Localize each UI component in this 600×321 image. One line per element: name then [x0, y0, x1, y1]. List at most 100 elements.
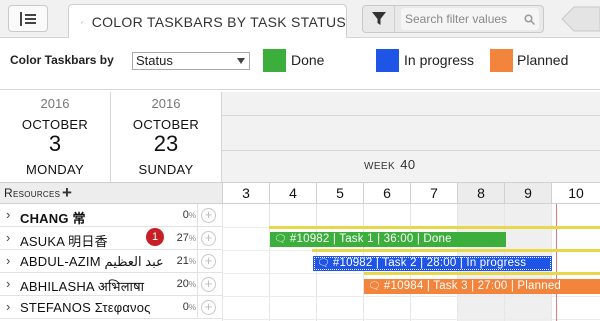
list-view-button[interactable] [8, 5, 48, 32]
divider [197, 250, 198, 273]
divider [197, 273, 198, 296]
notification-badge[interactable]: 1 [146, 228, 164, 246]
add-task-button[interactable]: + [201, 208, 216, 223]
task-label: #10982 | Task 2 | 28:00 | In progress [332, 257, 527, 269]
pct-symbol: % [188, 234, 196, 243]
task-label: #10984 | Task 3 | 27:00 | Planned [383, 280, 562, 292]
grid-row-line [222, 319, 600, 320]
grid-column [269, 204, 316, 321]
resource-name: ASUKA 明日香 [20, 234, 108, 249]
resource-utilization: 0% [170, 209, 196, 221]
pct-symbol: % [188, 280, 196, 289]
task-bar-in-progress[interactable]: 🗨 #10982 | Task 2 | 28:00 | In progress [313, 256, 552, 271]
start-month: OCTOBER [21, 117, 89, 132]
tab-color-taskbars[interactable]: COLOR TASKBARS BY TASK STATUS [68, 4, 347, 39]
resource-utilization: 0% [170, 301, 196, 313]
task-label: #10982 | Task 1 | 36:00 | Done [289, 233, 452, 245]
comment-icon: 🗨 [317, 258, 330, 269]
legend-label-done: Done [291, 52, 325, 68]
divider [222, 150, 600, 151]
resource-name: ABHILASHA अभिलाषा [20, 279, 145, 294]
date-range-end[interactable]: 2016 OCTOBER 23 SUNDAY [111, 92, 221, 182]
day-header: 10 [551, 182, 600, 204]
end-day: 23 [153, 131, 179, 156]
tab-label: COLOR TASKBARS BY TASK STATUS [91, 14, 346, 30]
divider [197, 227, 198, 250]
legend-swatch-done [263, 49, 286, 72]
day-header: 6 [363, 182, 410, 204]
resource-utilization: 20% [170, 278, 196, 290]
day-header: 5 [316, 182, 363, 204]
filter-icon [371, 12, 386, 25]
task-bar-planned[interactable]: 🗨 #10984 | Task 3 | 27:00 | Planned [364, 279, 600, 294]
resource-row[interactable]: › CHANG 常 0% + [0, 204, 222, 227]
legend-swatch-in-progress [376, 49, 399, 72]
filter-button[interactable] [363, 6, 395, 32]
day-header: 7 [410, 182, 457, 204]
color-by-value: Status [136, 53, 173, 68]
add-task-button[interactable]: + [201, 300, 216, 315]
pct-value: 21 [176, 255, 189, 267]
start-day: 3 [48, 131, 62, 156]
add-task-button[interactable]: + [201, 254, 216, 269]
start-weekday: MONDAY [26, 162, 84, 177]
resources-header: Resources + [0, 182, 222, 204]
resource-utilization: 21% [170, 255, 196, 267]
plus-icon[interactable]: + [62, 183, 72, 203]
comment-icon: 🗨 [368, 281, 381, 292]
resource-row[interactable]: › STEFANOS Στεφανος 0% + [0, 296, 222, 319]
grid-row-line [222, 296, 600, 297]
resource-name: CHANG 常 [20, 211, 86, 226]
end-month: OCTOBER [132, 117, 200, 132]
resource-row[interactable]: › ABDUL-AZIM عبد العظيم 21% + [0, 250, 222, 273]
grid-column [222, 204, 269, 321]
week-text: WEEK [364, 161, 396, 172]
color-taskbars-bar: Color Taskbars by Status Done In progres… [0, 38, 600, 90]
resource-row[interactable]: › ABHILASHA अभिलाषा 20% + [0, 273, 222, 296]
task-bar-done[interactable]: 🗨 #10982 | Task 1 | 36:00 | Done [270, 232, 506, 247]
date-range-start[interactable]: 2016 OCTOBER 3 MONDAY [0, 92, 110, 182]
capacity-line [269, 226, 600, 229]
chevron-down-icon [237, 58, 245, 64]
day-header: 3 [222, 182, 269, 204]
pct-value: 20 [176, 278, 189, 290]
pct-symbol: % [188, 211, 196, 220]
filter-input[interactable]: Search filter values [401, 8, 539, 30]
filter-placeholder: Search filter values [405, 12, 508, 26]
divider [197, 296, 198, 319]
next-tab-arrow[interactable] [560, 5, 600, 33]
today-marker [556, 204, 557, 321]
day-header-weekend: 9 [504, 182, 551, 204]
brush-icon [81, 20, 84, 24]
end-weekday: SUNDAY [138, 162, 194, 177]
resource-utilization: 27% [170, 232, 196, 244]
add-task-button[interactable]: + [201, 277, 216, 292]
chevron-right-icon[interactable]: › [6, 253, 10, 268]
capacity-line [312, 249, 600, 252]
top-toolbar: COLOR TASKBARS BY TASK STATUS Search fil… [0, 0, 600, 39]
comment-icon: 🗨 [274, 234, 287, 245]
chevron-right-icon[interactable]: › [6, 230, 10, 245]
resource-name: ABDUL-AZIM عبد العظيم [20, 254, 164, 269]
chevron-right-icon[interactable]: › [6, 207, 10, 222]
color-taskbars-label: Color Taskbars by [10, 53, 114, 67]
chevron-right-icon[interactable]: › [6, 276, 10, 291]
day-header: 4 [269, 182, 316, 204]
resource-row[interactable]: › ASUKA 明日香 27% + [0, 227, 222, 250]
legend-swatch-planned [490, 49, 513, 72]
pct-symbol: % [188, 303, 196, 312]
chevron-right-icon[interactable]: › [6, 299, 10, 314]
legend-label-in-progress: In progress [404, 52, 475, 68]
pct-value: 27 [176, 232, 189, 244]
color-by-select[interactable]: Status [132, 52, 250, 70]
week-label: WEEK 40 [364, 157, 416, 172]
week-number: 40 [400, 157, 416, 172]
add-task-button[interactable]: + [201, 231, 216, 246]
resource-name: STEFANOS Στεφανος [20, 300, 151, 315]
resources-header-label: Resources [4, 186, 61, 200]
legend-label-planned: Planned [517, 52, 569, 68]
capacity-line [364, 272, 600, 275]
start-year: 2016 [40, 96, 70, 111]
end-year: 2016 [151, 96, 181, 111]
filter-search[interactable]: Search filter values [362, 5, 544, 33]
